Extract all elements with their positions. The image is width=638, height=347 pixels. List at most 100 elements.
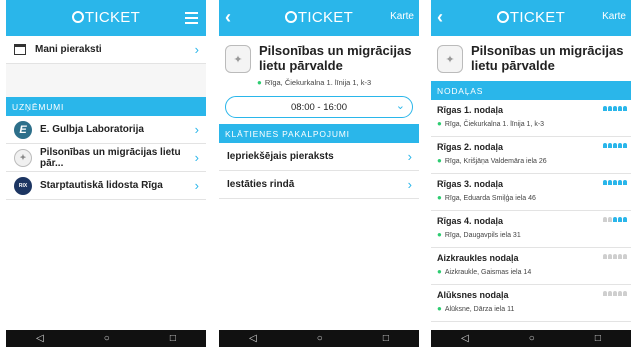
queue-person-icon bbox=[603, 254, 607, 259]
queue-person-icon bbox=[618, 106, 622, 111]
service-item-queue[interactable]: Iestāties rindā › bbox=[219, 171, 419, 199]
section-header-services: KLĀTIENES PAKALPOJUMI bbox=[219, 124, 419, 143]
location-pin-icon: ● bbox=[437, 230, 442, 239]
org-header: ✦ Pilsonības un migrācijas lietu pārvald… bbox=[219, 36, 419, 73]
coat-of-arms-logo: ✦ bbox=[14, 148, 32, 167]
opening-hours-dropdown[interactable]: 08:00 - 16:00 ⌄ bbox=[225, 96, 413, 118]
queue-person-icon bbox=[608, 106, 612, 111]
coat-of-arms-icon: ✦ bbox=[225, 45, 251, 73]
queue-person-icon bbox=[608, 254, 612, 259]
app-logo: TICKET bbox=[431, 9, 631, 26]
queue-person-icon bbox=[618, 180, 622, 185]
nav-back-icon[interactable]: ◁ bbox=[461, 333, 469, 344]
department-address: ● Rīga, Daugavpils iela 31 bbox=[437, 230, 521, 239]
department-name: Rīgas 4. nodaļa bbox=[437, 216, 504, 226]
nav-back-icon[interactable]: ◁ bbox=[249, 333, 257, 344]
department-item[interactable]: Rīgas 4. nodaļa ● Rīga, Daugavpils iela 31 bbox=[431, 211, 631, 248]
hamburger-icon[interactable] bbox=[185, 12, 198, 27]
queue-person-icon bbox=[623, 254, 627, 259]
company-list: E E. Gulbja Laboratorija › ✦ Pilsonības un m… bbox=[6, 116, 206, 200]
department-address: ● Rīga, Čiekurkalna 1. līnija 1, k-3 bbox=[437, 119, 545, 128]
nav-home-icon[interactable]: ○ bbox=[529, 333, 535, 344]
app-logo: TICKET bbox=[219, 9, 419, 26]
chevron-right-icon: › bbox=[407, 177, 412, 192]
nav-recent-icon[interactable]: □ bbox=[383, 333, 389, 344]
queue-person-icon bbox=[613, 217, 617, 222]
company-name: Starptautiskā lidosta Rīga bbox=[40, 180, 163, 191]
queue-person-icon bbox=[613, 180, 617, 185]
nav-home-icon[interactable]: ○ bbox=[317, 333, 323, 344]
queue-person-icon bbox=[608, 217, 612, 222]
queue-person-icon bbox=[608, 180, 612, 185]
queue-person-icon bbox=[603, 180, 607, 185]
section-header-companies: UZŅĒMUMI bbox=[6, 97, 206, 116]
company-item[interactable]: RIX Starptautiskā lidosta Rīga › bbox=[6, 172, 206, 200]
queue-load-indicator bbox=[603, 291, 627, 296]
location-pin-icon: ● bbox=[437, 267, 442, 276]
department-item[interactable]: Alūksnes nodaļa ● Alūksne, Dārza iela 11 bbox=[431, 285, 631, 322]
app-bar: ‹ TICKET Karte bbox=[431, 0, 631, 36]
department-name: Rīgas 2. nodaļa bbox=[437, 142, 504, 152]
department-item[interactable]: Rīgas 3. nodaļa ● Rīga, Eduarda Smiļģa iel… bbox=[431, 174, 631, 211]
nav-recent-icon[interactable]: □ bbox=[170, 333, 176, 344]
coat-of-arms-icon: ✦ bbox=[437, 45, 463, 73]
queue-person-icon bbox=[613, 254, 617, 259]
queue-person-icon bbox=[623, 291, 627, 296]
app-logo: TICKET bbox=[6, 9, 206, 26]
company-item[interactable]: E E. Gulbja Laboratorija › bbox=[6, 116, 206, 144]
queue-person-icon bbox=[623, 143, 627, 148]
logo-q-icon bbox=[496, 11, 509, 23]
org-address: ● Rīga, Čiekurkalna 1. līnija 1, k-3 bbox=[257, 78, 372, 87]
company-name: Pilsonības un migrācijas lietu pār... bbox=[40, 146, 181, 169]
org-name: Pilsonības un migrācijas lietu pārvalde bbox=[471, 43, 624, 73]
nav-recent-icon[interactable]: □ bbox=[595, 333, 601, 344]
queue-load-indicator bbox=[603, 217, 627, 222]
service-item-appointment[interactable]: Iepriekšējais pieraksts › bbox=[219, 143, 419, 171]
queue-person-icon bbox=[623, 180, 627, 185]
department-list: Rīgas 1. nodaļa ● Rīga, Čiekurkalna 1. līn… bbox=[431, 100, 631, 322]
android-nav-bar: ◁ ○ □ bbox=[219, 330, 419, 347]
department-item[interactable]: Rīgas 1. nodaļa ● Rīga, Čiekurkalna 1. līn… bbox=[431, 100, 631, 137]
queue-load-indicator bbox=[603, 180, 627, 185]
department-address: ● Aizkraukle, Gaismas iela 14 bbox=[437, 267, 532, 276]
chevron-right-icon: › bbox=[194, 122, 199, 137]
my-records-label: Mani pieraksti bbox=[35, 44, 102, 55]
queue-load-indicator bbox=[603, 143, 627, 148]
location-pin-icon: ● bbox=[257, 78, 262, 87]
queue-person-icon bbox=[613, 143, 617, 148]
screen-departments: ‹ TICKET Karte ✦ Pilsonības un migrācija… bbox=[431, 0, 631, 347]
spacer bbox=[6, 64, 206, 97]
map-link[interactable]: Karte bbox=[390, 11, 414, 22]
department-name: Rīgas 3. nodaļa bbox=[437, 179, 504, 189]
nav-back-icon[interactable]: ◁ bbox=[36, 333, 44, 344]
queue-person-icon bbox=[608, 291, 612, 296]
app-bar: TICKET bbox=[6, 0, 206, 36]
chevron-down-icon: ⌄ bbox=[395, 100, 405, 112]
queue-person-icon bbox=[603, 143, 607, 148]
screen-organization: ‹ TICKET Karte ✦ Pilsonības un migrācija… bbox=[219, 0, 419, 347]
department-item[interactable]: Aizkraukles nodaļa ● Aizkraukle, Gaismas i… bbox=[431, 248, 631, 285]
department-address: ● Alūksne, Dārza iela 11 bbox=[437, 304, 515, 313]
company-name: E. Gulbja Laboratorija bbox=[40, 124, 144, 135]
location-pin-icon: ● bbox=[437, 193, 442, 202]
queue-person-icon bbox=[618, 217, 622, 222]
queue-person-icon bbox=[613, 291, 617, 296]
queue-person-icon bbox=[623, 106, 627, 111]
service-label: Iepriekšējais pieraksts bbox=[227, 151, 334, 162]
queue-person-icon bbox=[608, 143, 612, 148]
service-label: Iestāties rindā bbox=[227, 179, 295, 190]
company-item[interactable]: ✦ Pilsonības un migrācijas lietu pār... › bbox=[6, 144, 206, 172]
location-pin-icon: ● bbox=[437, 156, 442, 165]
queue-person-icon bbox=[603, 106, 607, 111]
queue-load-indicator bbox=[603, 106, 627, 111]
department-name: Rīgas 1. nodaļa bbox=[437, 105, 504, 115]
logo-q-icon bbox=[284, 11, 297, 23]
nav-home-icon[interactable]: ○ bbox=[104, 333, 110, 344]
department-item[interactable]: Rīgas 2. nodaļa ● Rīga, Krišjāņa Valdemāra… bbox=[431, 137, 631, 174]
department-name: Alūksnes nodaļa bbox=[437, 290, 509, 300]
location-pin-icon: ● bbox=[437, 119, 442, 128]
queue-person-icon bbox=[618, 254, 622, 259]
map-link[interactable]: Karte bbox=[602, 11, 626, 22]
my-records-item[interactable]: Mani pieraksti › bbox=[6, 36, 206, 64]
chevron-right-icon: › bbox=[407, 149, 412, 164]
